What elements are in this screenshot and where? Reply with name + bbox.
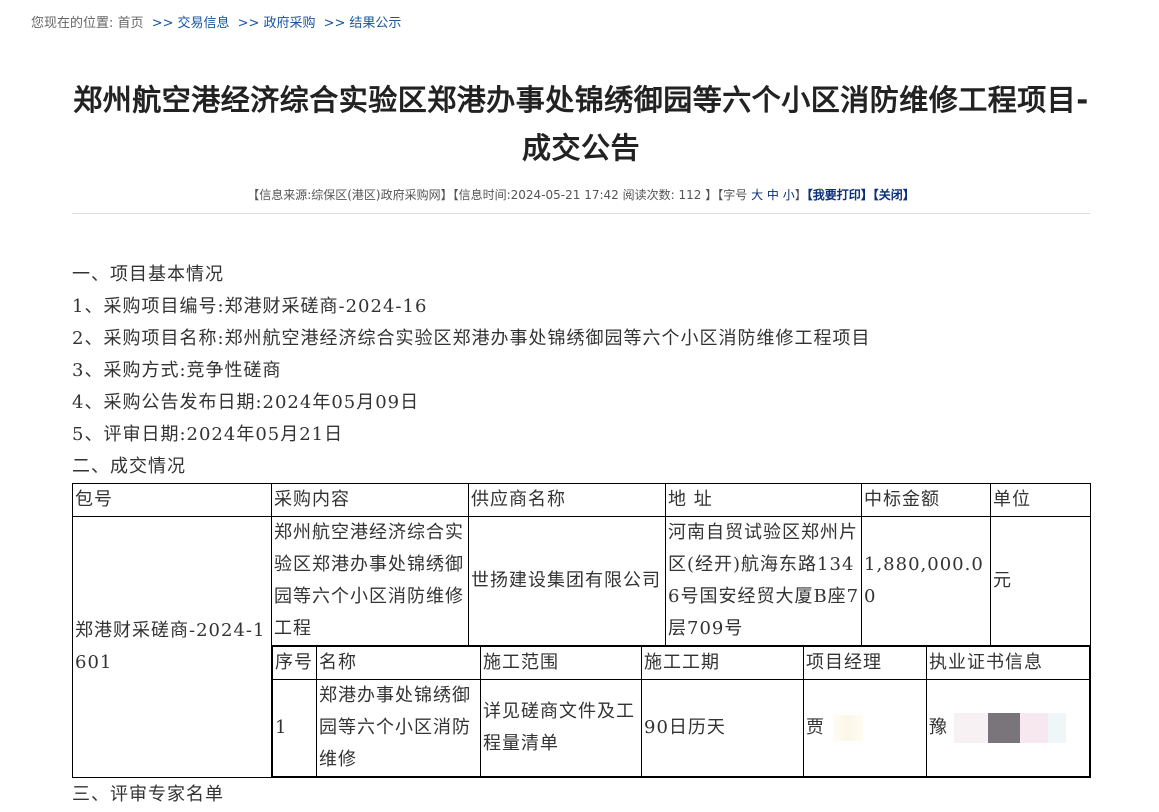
sub-cell-name: 郑港办事处锦绣御园等六个小区消防维修	[316, 679, 481, 777]
page-title: 郑州航空港经济综合实验区郑港办事处锦绣御园等六个小区消防维修工程项目-成交公告	[73, 83, 1089, 165]
cell-supplier: 世扬建设集团有限公司	[468, 516, 666, 646]
announcement-date: 4、采购公告发布日期:2024年05月09日	[72, 392, 420, 413]
meta-font-close: 】	[794, 188, 807, 202]
sub-table-container: 序号 名称 施工范围 施工工期 项目经理 执业证书信息 1 郑港办事处锦绣御园等…	[271, 645, 1091, 778]
breadcrumb-link-result-notice[interactable]: 结果公示	[349, 16, 401, 31]
header-amount: 中标金额	[861, 483, 991, 517]
breadcrumb-link-gov-procurement[interactable]: 政府采购	[263, 16, 315, 31]
breadcrumb-separator: >>	[237, 16, 260, 31]
font-large-button[interactable]: 大	[751, 188, 763, 202]
title-divider	[72, 213, 1090, 214]
section-heading: 三、评审专家名单	[72, 784, 224, 805]
header-package: 包号	[72, 483, 272, 517]
meta-source: 【信息来源:综保区(港区)政府采购网】	[247, 188, 453, 202]
header-content: 采购内容	[271, 483, 469, 517]
construction-table: 序号 名称 施工范围 施工工期 项目经理 执业证书信息 1 郑港办事处锦绣御园等…	[272, 646, 1090, 777]
header-unit: 单位	[990, 483, 1091, 517]
project-number: 1、采购项目编号:郑港财采磋商-2024-16	[72, 296, 428, 317]
meta-read-count: 112	[678, 188, 702, 202]
font-medium-button[interactable]: 中	[767, 188, 779, 202]
sub-header-cert: 执业证书信息	[926, 646, 1090, 680]
header-supplier: 供应商名称	[468, 483, 666, 517]
font-small-button[interactable]: 小	[783, 188, 795, 202]
review-date: 5、评审日期:2024年05月21日	[72, 424, 344, 445]
breadcrumb-separator: >>	[323, 16, 346, 31]
article-content: 一、项目基本情况 1、采购项目编号:郑港财采磋商-2024-16 2、采购项目名…	[72, 259, 1091, 778]
cell-address: 河南自贸试验区郑州片区(经开)航海东路1346号国安经贸大厦B座7层709号	[665, 516, 862, 646]
breadcrumb-prefix: 您现在的位置:	[31, 16, 114, 31]
cell-unit: 元	[990, 516, 1091, 646]
project-name: 2、采购项目名称:郑州航空港经济综合实验区郑港办事处锦绣御园等六个小区消防维修工…	[72, 328, 871, 349]
cert-prefix: 豫	[929, 717, 948, 738]
manager-name: 贾	[806, 717, 825, 738]
table-row: 郑港财采磋商-2024-1601 郑州航空港经济综合实验区郑港办事处锦绣御园等六…	[72, 516, 1091, 778]
cell-amount: 1,880,000.00	[861, 516, 991, 646]
print-button[interactable]: 【我要打印】	[807, 188, 873, 202]
sub-header-period: 施工工期	[641, 646, 804, 680]
cell-content: 郑州航空港经济综合实验区郑港办事处锦绣御园等六个小区消防维修工程	[271, 516, 469, 646]
header-address: 地 址	[665, 483, 862, 517]
sub-cell-scope: 详见磋商文件及工程量清单	[480, 679, 642, 777]
sub-header-seq: 序号	[272, 646, 317, 680]
sub-table-row: 1 郑港办事处锦绣御园等六个小区消防维修 详见磋商文件及工程量清单 90日历天 …	[272, 679, 1090, 777]
sub-cell-cert: 豫	[926, 679, 1090, 777]
procurement-method: 3、采购方式:竞争性磋商	[72, 360, 282, 381]
redacted-mask	[833, 715, 863, 741]
sub-cell-period: 90日历天	[641, 679, 804, 777]
meta-time: 【信息时间:2024-05-21 17:42 阅读次数:	[452, 188, 675, 202]
section-heading: 一、项目基本情况	[72, 264, 224, 285]
award-table: 包号 采购内容 供应商名称 地 址 中标金额 单位 郑港财采磋商-2024-16…	[72, 483, 1091, 778]
breadcrumb-home[interactable]: 首页	[118, 16, 144, 31]
table-header-row: 包号 采购内容 供应商名称 地 址 中标金额 单位	[72, 483, 1091, 517]
section-heading: 二、成交情况	[72, 456, 186, 477]
sub-cell-seq: 1	[272, 679, 317, 777]
sub-cell-manager: 贾	[803, 679, 927, 777]
close-button[interactable]: 【关闭】	[873, 188, 915, 202]
article-meta: 【信息来源:综保区(港区)政府采购网】【信息时间:2024-05-21 17:4…	[72, 186, 1090, 203]
sub-header-scope: 施工范围	[480, 646, 642, 680]
redacted-mask	[954, 712, 1066, 744]
breadcrumb-separator: >>	[151, 16, 174, 31]
sub-header-row: 序号 名称 施工范围 施工工期 项目经理 执业证书信息	[272, 646, 1090, 680]
meta-font-size-label: 】【字号	[705, 188, 748, 202]
cell-package: 郑港财采磋商-2024-1601	[72, 516, 272, 778]
sub-header-manager: 项目经理	[803, 646, 927, 680]
breadcrumb: 您现在的位置: 首页 >> 交易信息 >> 政府采购 >> 结果公示	[31, 12, 401, 31]
sub-header-name: 名称	[316, 646, 481, 680]
breadcrumb-link-trade-info[interactable]: 交易信息	[177, 16, 229, 31]
